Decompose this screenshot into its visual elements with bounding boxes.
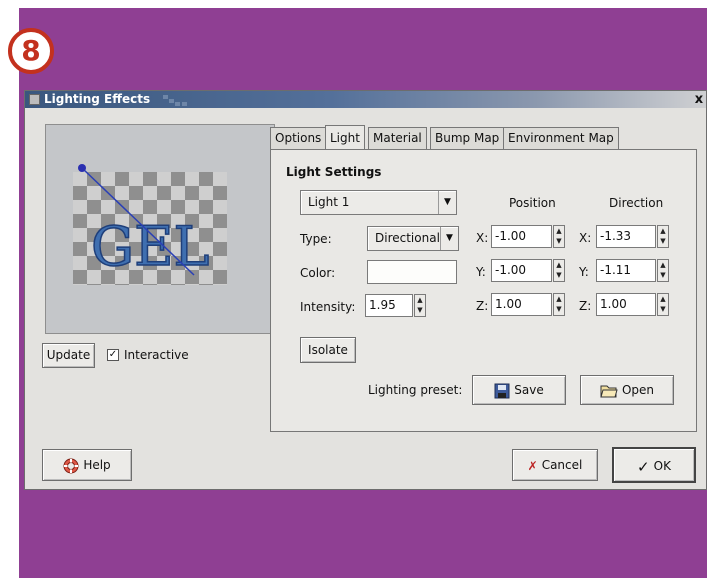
tab-material[interactable]: Material [368,127,427,149]
preview-area[interactable]: GEL [45,124,275,334]
type-dropdown[interactable]: Directional ▼ [367,226,459,251]
tab-bump-map[interactable]: Bump Map [430,127,505,149]
position-y-stepper[interactable]: ▲ ▼ [553,259,565,282]
position-x-stepper[interactable]: ▲ ▼ [553,225,565,248]
tab-light[interactable]: Light [325,125,365,150]
direction-z-label: Z: [579,299,592,313]
open-preset-button[interactable]: Open [580,375,674,405]
update-button[interactable]: Update [42,343,95,368]
color-swatch-button[interactable] [367,260,457,284]
intensity-label: Intensity: [300,300,356,314]
color-label: Color: [300,266,336,280]
position-x-label: X: [476,231,489,245]
tab-options[interactable]: Options [270,127,327,149]
chevron-down-icon: ▼ [438,191,456,214]
isolate-button[interactable]: Isolate [300,337,356,363]
light-select-dropdown[interactable]: Light 1 ▼ [300,190,457,215]
light-select-value: Light 1 [308,195,350,209]
chevron-down-icon: ▼ [440,227,458,250]
step-number-badge: 8 [8,28,54,74]
close-button[interactable]: x [692,91,706,108]
light-settings-panel: Light Settings Light 1 ▼ Position Direct… [270,149,697,432]
help-lifebuoy-icon [63,458,79,473]
ok-label: OK [653,459,671,473]
lighting-preset-label: Lighting preset: [368,383,463,397]
title-decoration-icon [163,93,195,106]
tab-environment-map[interactable]: Environment Map [503,127,619,149]
intensity-stepper[interactable]: ▲ ▼ [414,294,426,317]
direction-y-stepper[interactable]: ▲ ▼ [657,259,669,282]
ok-button[interactable]: ✓ OK [612,447,696,483]
position-y-input[interactable]: -1.00 [491,259,552,282]
intensity-input[interactable]: 1.95 [365,294,413,317]
direction-x-stepper[interactable]: ▲ ▼ [657,225,669,248]
cancel-label: Cancel [541,458,583,472]
help-button[interactable]: Help [42,449,132,481]
help-label: Help [83,458,111,472]
open-label: Open [621,383,655,397]
cancel-button[interactable]: ✗ Cancel [512,449,598,481]
position-z-input[interactable]: 1.00 [491,293,552,316]
light-settings-heading: Light Settings [286,165,382,179]
save-preset-button[interactable]: Save [472,375,566,405]
isolate-label: Isolate [308,343,348,357]
position-z-label: Z: [476,299,489,313]
position-x-input[interactable]: -1.00 [491,225,552,248]
save-icon [494,383,510,398]
cancel-x-icon: ✗ [527,458,538,473]
folder-open-icon [600,385,618,397]
preview-drawing: GEL [78,164,210,279]
window-title: Lighting Effects [44,92,151,106]
title-bar[interactable]: Lighting Effects x [25,91,706,108]
interactive-label: Interactive [124,348,189,362]
position-header: Position [509,196,556,210]
preview-text: GEL [91,215,209,278]
ok-check-icon: ✓ [637,457,650,476]
type-value: Directional [375,231,440,245]
update-label: Update [46,348,91,362]
direction-y-input[interactable]: -1.11 [596,259,656,282]
direction-header: Direction [609,196,664,210]
save-label: Save [514,383,544,397]
lighting-effects-dialog: Lighting Effects x GEL Update ✓ Interact… [24,90,707,490]
light-position-handle [78,164,86,172]
direction-y-label: Y: [579,265,589,279]
interactive-checkbox[interactable]: ✓ [107,349,119,361]
position-y-label: Y: [476,265,486,279]
direction-x-input[interactable]: -1.33 [596,225,656,248]
type-label: Type: [300,232,332,246]
direction-z-input[interactable]: 1.00 [596,293,656,316]
direction-z-stepper[interactable]: ▲ ▼ [657,293,669,316]
position-z-stepper[interactable]: ▲ ▼ [553,293,565,316]
direction-x-label: X: [579,231,592,245]
window-menu-icon[interactable] [29,94,40,105]
